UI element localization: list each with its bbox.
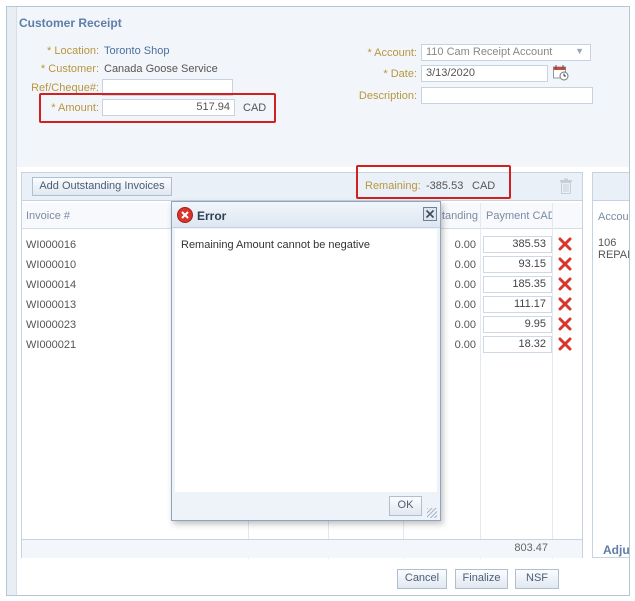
description-label: Description:: [358, 90, 417, 102]
cancel-button[interactable]: Cancel: [397, 569, 447, 589]
nsf-button[interactable]: NSF: [515, 569, 559, 589]
payment-input[interactable]: 385.53: [483, 236, 552, 253]
account-column-header[interactable]: Accou: [598, 211, 629, 223]
remaining-value: -385.53: [426, 180, 464, 192]
window-title: Customer Receipt: [19, 16, 122, 30]
delete-row-icon[interactable]: [558, 297, 572, 311]
payment-input[interactable]: 185.35: [483, 276, 552, 293]
adjustment-line-2: REPAI: [598, 249, 630, 261]
error-icon: [177, 207, 193, 223]
payment-input[interactable]: 93.15: [483, 256, 552, 273]
date-input[interactable]: 3/13/2020: [421, 65, 548, 82]
close-icon[interactable]: [423, 207, 437, 221]
trash-icon[interactable]: [559, 178, 573, 194]
account-select[interactable]: 110 Cam Receipt Account ▼: [421, 44, 591, 61]
payment-input[interactable]: 9.95: [483, 316, 552, 333]
customer-label: * Customer:: [40, 63, 99, 75]
invoice-number-cell: WI000010: [26, 259, 77, 271]
remaining-currency: CAD: [472, 180, 496, 192]
invoice-number-cell: WI000013: [26, 299, 77, 311]
invoice-number-cell: WI000023: [26, 319, 77, 331]
description-input[interactable]: [421, 87, 593, 104]
adjustments-tab[interactable]: Adju: [603, 543, 629, 557]
amount-label: * Amount:: [51, 102, 99, 114]
delete-row-icon[interactable]: [558, 317, 572, 331]
delete-row-icon[interactable]: [558, 277, 572, 291]
adjustment-line-1: 106: [598, 237, 617, 249]
delete-row-icon[interactable]: [558, 237, 572, 251]
dialog-title: Error: [197, 209, 227, 223]
error-message: Remaining Amount cannot be negative: [181, 239, 370, 251]
invoice-number-cell: WI000014: [26, 279, 77, 291]
adjustments-panel: Accou 106 REPAI: [592, 172, 630, 558]
amount-currency: CAD: [243, 102, 267, 114]
invoice-number-cell: WI000021: [26, 339, 77, 351]
location-label: * Location:: [47, 45, 99, 57]
outstanding-column-header[interactable]: tanding: [434, 203, 482, 229]
date-label: * Date:: [383, 68, 417, 80]
customer-value: Canada Goose Service: [104, 63, 218, 75]
chevron-down-icon[interactable]: ▼: [575, 46, 584, 56]
remaining-label: Remaining:: [365, 180, 421, 192]
account-label: * Account:: [367, 47, 417, 59]
calendar-icon[interactable]: [552, 64, 569, 81]
adjustments-toolbar: [593, 173, 629, 201]
invoice-total-row: 803.47: [22, 539, 582, 558]
location-value[interactable]: Toronto Shop: [104, 45, 169, 57]
resize-grip-icon[interactable]: [427, 508, 437, 518]
payment-input[interactable]: 111.17: [483, 296, 552, 313]
payment-column-header[interactable]: Payment CAD: [482, 203, 552, 229]
add-outstanding-invoices-button[interactable]: Add Outstanding Invoices: [32, 177, 172, 196]
delete-row-icon[interactable]: [558, 257, 572, 271]
delete-row-icon[interactable]: [558, 337, 572, 351]
invoice-number-cell: WI000016: [26, 239, 77, 251]
finalize-button[interactable]: Finalize: [455, 569, 508, 589]
account-value: 110 Cam Receipt Account: [426, 46, 553, 58]
error-dialog: Error Remaining Amount cannot be negativ…: [171, 201, 441, 521]
dialog-body: Remaining Amount cannot be negative: [175, 229, 437, 492]
payment-total: 803.47: [514, 542, 548, 554]
column-divider: [552, 203, 553, 559]
invoice-number-column-header[interactable]: Invoice #: [22, 203, 172, 229]
payment-input[interactable]: 18.32: [483, 336, 552, 353]
ok-button[interactable]: OK: [389, 496, 422, 516]
amount-input[interactable]: 517.94: [102, 99, 235, 116]
left-edge-strip: [7, 7, 17, 595]
dialog-title-bar[interactable]: Error: [172, 202, 440, 228]
